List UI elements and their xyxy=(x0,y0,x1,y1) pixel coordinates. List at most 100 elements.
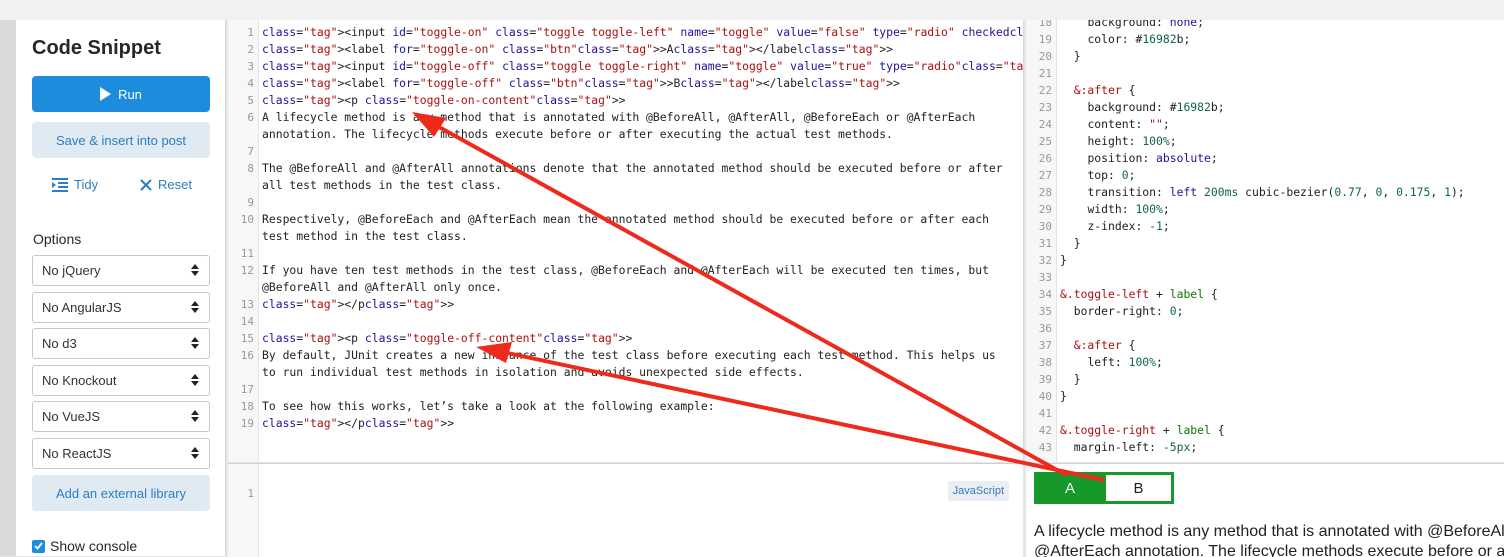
close-icon xyxy=(140,178,152,191)
line-number: 9 xyxy=(247,196,254,209)
code-text: background: #16982b; xyxy=(1087,100,1225,114)
show-console-checkbox[interactable]: Show console xyxy=(32,538,137,554)
js-editor[interactable]: 1 JavaScript xyxy=(228,463,1023,557)
line-number: 21 xyxy=(1038,67,1052,80)
indent-icon xyxy=(52,177,68,192)
line-number: 29 xyxy=(1038,203,1052,216)
line-number: 1 xyxy=(247,487,254,500)
line-number: 14 xyxy=(240,315,254,328)
code-text: class="tag"></pclass="tag">> xyxy=(262,416,455,430)
options-heading: Options xyxy=(33,231,82,247)
code-text: to run individual test methods in isolat… xyxy=(262,365,804,379)
line-number: 5 xyxy=(247,94,254,107)
code-text: } xyxy=(1060,389,1067,403)
line-number: 16 xyxy=(240,349,254,362)
line-number: 40 xyxy=(1038,390,1052,403)
html-editor[interactable]: 1 class="tag"><input id="toggle-on" class… xyxy=(228,20,1024,462)
run-label: Run xyxy=(118,86,142,102)
line-number: 19 xyxy=(240,417,254,430)
line-number: 2 xyxy=(247,43,254,56)
toggle-a-button[interactable]: A xyxy=(1034,472,1106,504)
line-number: 10 xyxy=(240,213,254,226)
code-text: test method in the test class. xyxy=(262,229,468,243)
line-number: 26 xyxy=(1038,152,1052,165)
line-number: 41 xyxy=(1038,407,1052,420)
browser-backdrop xyxy=(0,0,1504,20)
code-text: content: ""; xyxy=(1087,117,1170,131)
code-text: z-index: -1; xyxy=(1087,219,1170,233)
line-number: 22 xyxy=(1038,84,1052,97)
line-number: 4 xyxy=(247,77,254,90)
line-number: 43 xyxy=(1038,441,1052,454)
code-text: &:after { xyxy=(1073,338,1136,352)
code-text: } xyxy=(1060,49,1081,63)
result-paragraph: A lifecycle method is any method that is… xyxy=(1034,522,1504,557)
select-arrows-icon xyxy=(191,301,199,313)
code-text: top: 0; xyxy=(1087,168,1136,182)
show-console-label: Show console xyxy=(50,538,138,554)
code-text: class="tag"><input id="toggle-off" class… xyxy=(262,59,1024,73)
checkbox-checked-icon xyxy=(32,539,45,553)
select-angularjs[interactable]: No AngularJS xyxy=(32,292,210,323)
line-number: 15 xyxy=(240,332,254,345)
line-number: 23 xyxy=(1038,101,1052,114)
line-number: 37 xyxy=(1038,339,1052,352)
select-value: No ReactJS xyxy=(42,446,112,461)
line-number: 24 xyxy=(1038,118,1052,131)
play-icon xyxy=(100,87,112,101)
code-text: annotation. The lifecycle methods execut… xyxy=(262,127,893,141)
line-number: 7 xyxy=(247,145,254,158)
select-jquery[interactable]: No jQuery xyxy=(32,255,210,286)
line-number: 38 xyxy=(1038,356,1052,369)
line-number: 33 xyxy=(1038,271,1052,284)
toggle-b-button[interactable]: B xyxy=(1106,472,1174,504)
line-number: 39 xyxy=(1038,373,1052,386)
snippet-sidebar: Code Snippet Run Save & insert into post… xyxy=(16,20,226,556)
code-line: 1 xyxy=(228,468,255,500)
code-text: class="tag"><label for="toggle-off" clas… xyxy=(262,76,900,90)
line-number: 19 xyxy=(1038,33,1052,46)
run-button[interactable]: Run xyxy=(32,76,210,112)
line-number: 36 xyxy=(1038,322,1052,335)
line-number: 17 xyxy=(240,383,254,396)
line-number: 30 xyxy=(1038,220,1052,233)
select-knockout[interactable]: No Knockout xyxy=(32,365,210,396)
css-editor[interactable]: 18 background: none; 19 color: #16982b; 20… xyxy=(1026,20,1504,462)
code-text: } xyxy=(1060,372,1081,386)
code-text: } xyxy=(1060,236,1081,250)
line-number: 25 xyxy=(1038,135,1052,148)
code-text: class="tag"><label for="toggle-on" class… xyxy=(262,42,894,56)
line-number: 35 xyxy=(1038,305,1052,318)
code-text: all test methods in the test class. xyxy=(262,178,503,192)
select-value: No jQuery xyxy=(42,263,101,278)
add-external-library-button[interactable]: Add an external library xyxy=(32,475,210,511)
reset-label: Reset xyxy=(158,177,192,192)
code-text: The @BeforeAll and @AfterAll annotations… xyxy=(262,161,1003,175)
code-text: @BeforeAll and @AfterAll only once. xyxy=(262,280,503,294)
sidebar-title: Code Snippet xyxy=(32,37,161,59)
select-value: No VueJS xyxy=(42,409,101,424)
code-text: &.toggle-right + label { xyxy=(1060,423,1225,437)
line-number: 1 xyxy=(247,26,254,39)
toggle-group: A B xyxy=(1034,472,1174,504)
line-number: 34 xyxy=(1038,288,1052,301)
page-backdrop xyxy=(0,20,16,556)
select-d3[interactable]: No d3 xyxy=(32,328,210,359)
code-text: transition: left 200ms cubic-bezier(0.77… xyxy=(1087,185,1465,199)
line-number: 11 xyxy=(240,247,254,260)
select-reactjs[interactable]: No ReactJS xyxy=(32,438,210,469)
code-text: color: #16982b; xyxy=(1087,32,1191,46)
reset-button[interactable]: Reset xyxy=(140,177,192,192)
code-text: position: absolute; xyxy=(1087,151,1218,165)
select-value: No AngularJS xyxy=(42,300,122,315)
code-text: class="tag"></pclass="tag">> xyxy=(262,297,455,311)
code-text: class="tag"><p class="toggle-on-content"… xyxy=(262,93,626,107)
line-number: 18 xyxy=(240,400,254,413)
code-text: Respectively, @BeforeEach and @AfterEach… xyxy=(262,212,989,226)
select-arrows-icon xyxy=(191,410,199,422)
tidy-button[interactable]: Tidy xyxy=(52,177,98,192)
line-number: 3 xyxy=(247,60,254,73)
save-insert-button[interactable]: Save & insert into post xyxy=(32,122,210,158)
code-text: &:after { xyxy=(1073,83,1136,97)
select-vuejs[interactable]: No VueJS xyxy=(32,401,210,432)
